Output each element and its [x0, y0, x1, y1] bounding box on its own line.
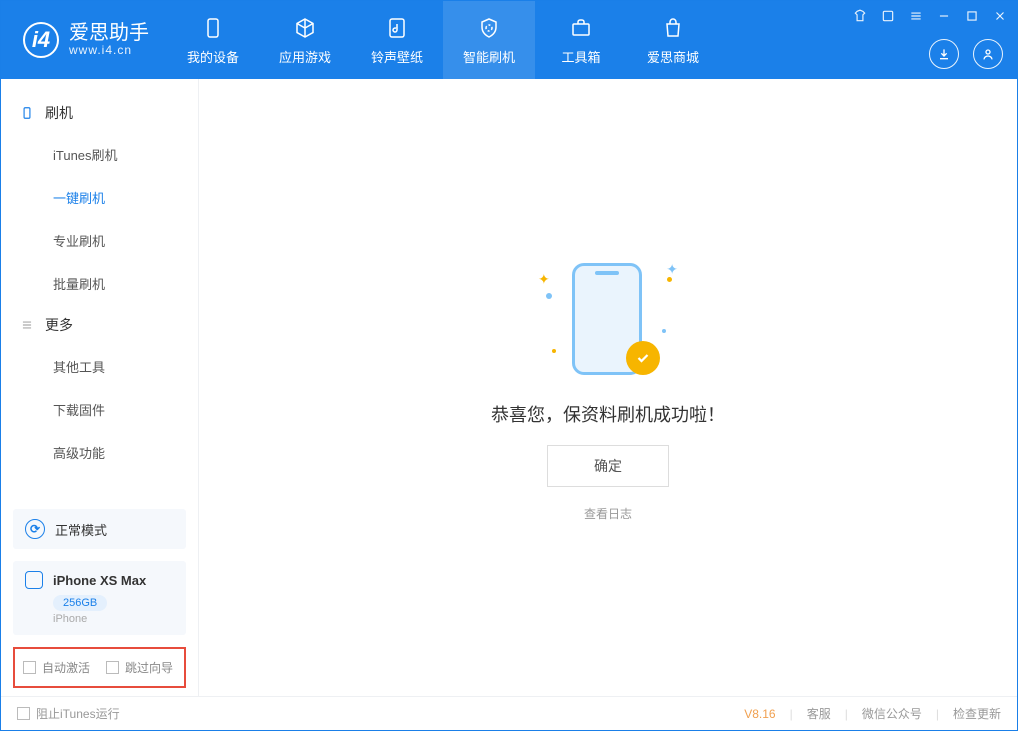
nav-label: 应用游戏: [279, 47, 331, 66]
mode-icon: ⟳: [25, 519, 45, 539]
version-label: V8.16: [744, 707, 775, 721]
footer-link-wechat[interactable]: 微信公众号: [862, 705, 922, 722]
dot-icon: [546, 293, 552, 299]
bag-icon: [660, 15, 686, 41]
logo-icon: i4: [23, 22, 59, 58]
sidebar-group-label: 更多: [45, 315, 73, 335]
sidebar-item-advanced[interactable]: 高级功能: [1, 431, 198, 474]
checkbox-label: 跳过向导: [125, 659, 173, 676]
app-window: i4 爱思助手 www.i4.cn 我的设备 应用游戏 铃声壁纸 智能刷机: [0, 0, 1018, 731]
download-icon[interactable]: [929, 39, 959, 69]
music-file-icon: [384, 15, 410, 41]
separator: |: [845, 707, 848, 721]
list-icon: [19, 317, 35, 333]
nav-ringtone-wallpaper[interactable]: 铃声壁纸: [351, 1, 443, 79]
cube-icon: [292, 15, 318, 41]
sidebar-item-oneclick-flash[interactable]: 一键刷机: [1, 176, 198, 219]
briefcase-icon: [568, 15, 594, 41]
sidebar-item-other-tools[interactable]: 其他工具: [1, 345, 198, 388]
footer-link-support[interactable]: 客服: [807, 705, 831, 722]
success-illustration: ✦ ✦: [538, 253, 678, 383]
skin-icon[interactable]: [851, 7, 869, 25]
options-highlight-box: 自动激活 跳过向导: [13, 647, 186, 688]
sidebar-group-more: 更多: [1, 305, 198, 345]
dot-icon: [662, 329, 666, 333]
checkbox-icon: [17, 707, 30, 720]
nav-store[interactable]: 爱思商城: [627, 1, 719, 79]
user-icon[interactable]: [973, 39, 1003, 69]
close-icon[interactable]: [991, 7, 1009, 25]
nav-label: 铃声壁纸: [371, 47, 423, 66]
nav-label: 智能刷机: [463, 47, 515, 66]
phone-icon: [200, 15, 226, 41]
nav-label: 我的设备: [187, 47, 239, 66]
view-log-link[interactable]: 查看日志: [584, 505, 632, 522]
body: 刷机 iTunes刷机 一键刷机 专业刷机 批量刷机 更多 其他工具 下载固件 …: [1, 79, 1017, 696]
sidebar-item-itunes-flash[interactable]: iTunes刷机: [1, 133, 198, 176]
nav-label: 工具箱: [561, 47, 600, 66]
device-capacity: 256GB: [53, 595, 107, 611]
minimize-icon[interactable]: [935, 7, 953, 25]
checkbox-icon: [106, 661, 119, 674]
device-type: iPhone: [53, 613, 174, 625]
footer-link-update[interactable]: 检查更新: [953, 705, 1001, 722]
device-name: iPhone XS Max: [53, 573, 146, 588]
checkbox-label: 自动激活: [42, 659, 90, 676]
separator: |: [936, 707, 939, 721]
sidebar-item-batch-flash[interactable]: 批量刷机: [1, 262, 198, 305]
header: i4 爱思助手 www.i4.cn 我的设备 应用游戏 铃声壁纸 智能刷机: [1, 1, 1017, 79]
mode-card[interactable]: ⟳ 正常模式: [13, 509, 186, 549]
nav-toolbox[interactable]: 工具箱: [535, 1, 627, 79]
check-badge-icon: [626, 341, 660, 375]
sparkle-icon: ✦: [538, 271, 550, 288]
sidebar-group-flash: 刷机: [1, 93, 198, 133]
nav-apps-games[interactable]: 应用游戏: [259, 1, 351, 79]
logo-block: i4 爱思助手 www.i4.cn: [1, 1, 167, 79]
auto-activate-checkbox[interactable]: 自动激活: [23, 659, 90, 676]
sidebar-group-label: 刷机: [45, 103, 73, 123]
checkbox-label: 阻止iTunes运行: [36, 705, 120, 722]
device-icon: [19, 105, 35, 121]
feedback-icon[interactable]: [879, 7, 897, 25]
sidebar-item-download-firmware[interactable]: 下载固件: [1, 388, 198, 431]
skip-guide-checkbox[interactable]: 跳过向导: [106, 659, 173, 676]
shield-refresh-icon: [476, 15, 502, 41]
sidebar-item-pro-flash[interactable]: 专业刷机: [1, 219, 198, 262]
nav-my-device[interactable]: 我的设备: [167, 1, 259, 79]
footer: 阻止iTunes运行 V8.16 | 客服 | 微信公众号 | 检查更新: [1, 696, 1017, 730]
checkbox-icon: [23, 661, 36, 674]
mode-label: 正常模式: [55, 520, 107, 539]
dot-icon: [667, 277, 672, 282]
device-phone-icon: [25, 571, 43, 589]
main-content: ✦ ✦ 恭喜您，保资料刷机成功啦！ 确定 查看日志: [199, 79, 1017, 696]
nav-smart-flash[interactable]: 智能刷机: [443, 1, 535, 79]
separator: |: [790, 707, 793, 721]
success-message: 恭喜您，保资料刷机成功啦！: [491, 401, 725, 427]
sparkle-icon: ✦: [666, 261, 678, 278]
menu-icon[interactable]: [907, 7, 925, 25]
nav-bar: 我的设备 应用游戏 铃声壁纸 智能刷机 工具箱 爱思商城: [167, 1, 719, 79]
sidebar: 刷机 iTunes刷机 一键刷机 专业刷机 批量刷机 更多 其他工具 下载固件 …: [1, 79, 199, 696]
nav-label: 爱思商城: [647, 47, 699, 66]
block-itunes-checkbox[interactable]: 阻止iTunes运行: [17, 705, 120, 722]
dot-icon: [552, 349, 556, 353]
window-controls: [851, 7, 1009, 25]
app-subtitle: www.i4.cn: [69, 44, 149, 57]
footer-right: V8.16 | 客服 | 微信公众号 | 检查更新: [744, 705, 1001, 722]
app-title: 爱思助手: [69, 22, 149, 44]
device-card[interactable]: iPhone XS Max 256GB iPhone: [13, 561, 186, 635]
logo-text: 爱思助手 www.i4.cn: [69, 22, 149, 57]
maximize-icon[interactable]: [963, 7, 981, 25]
header-round-buttons: [929, 39, 1003, 69]
ok-button[interactable]: 确定: [547, 445, 669, 487]
